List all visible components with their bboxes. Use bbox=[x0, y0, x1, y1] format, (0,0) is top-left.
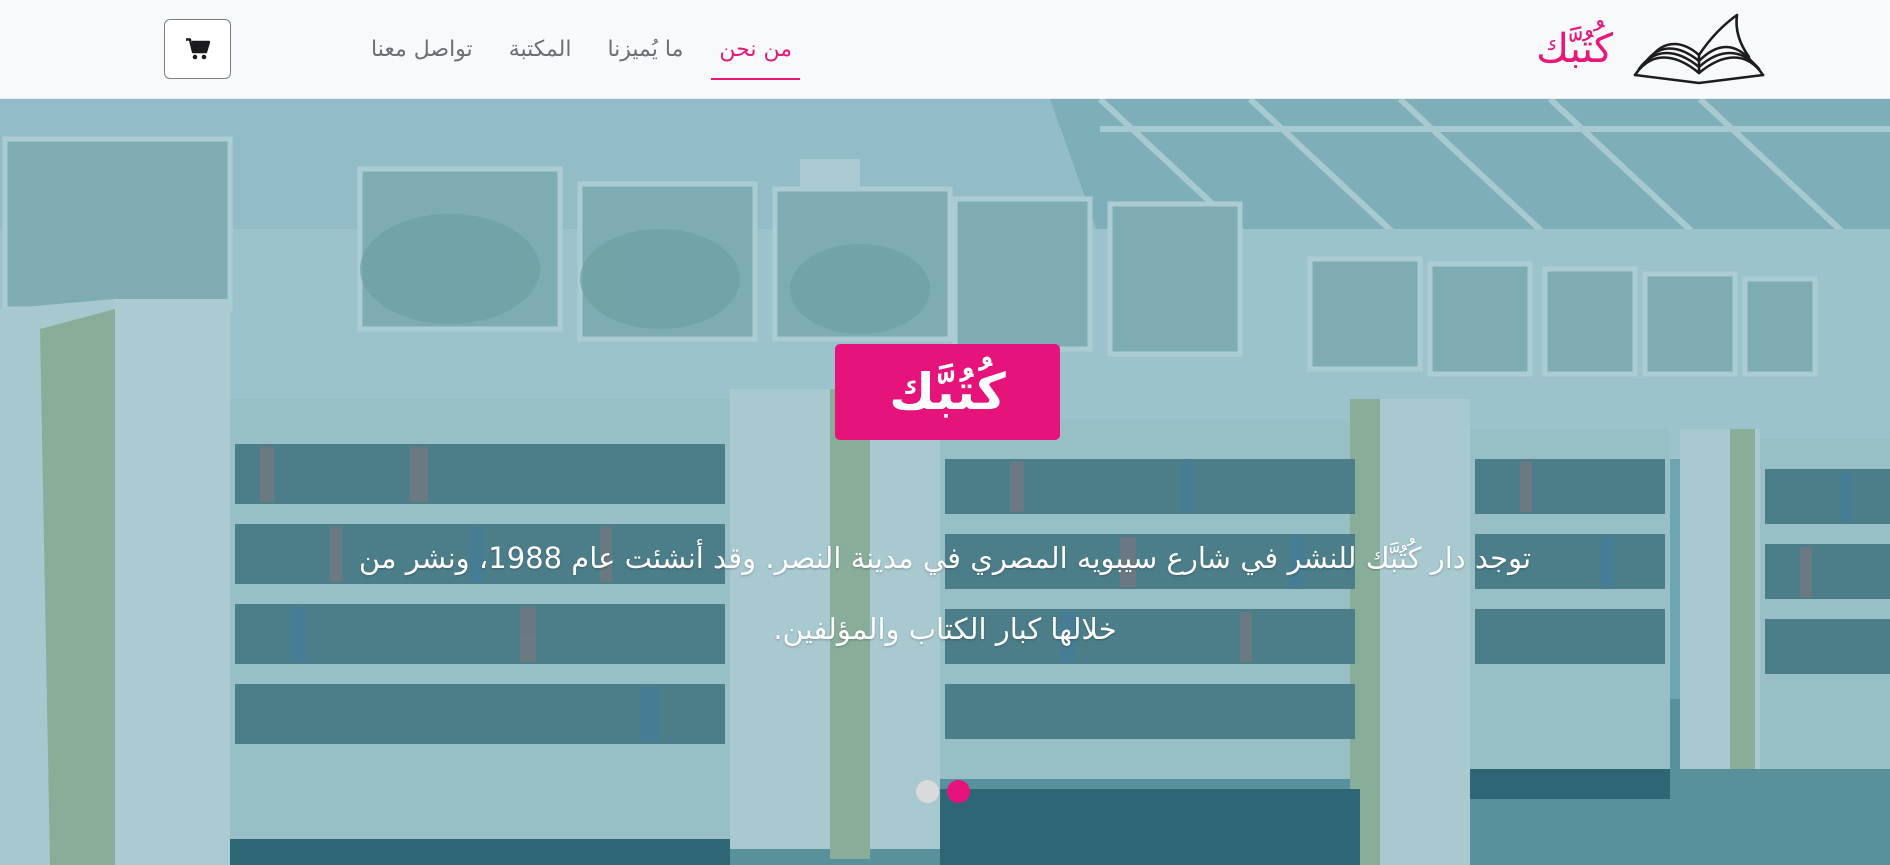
nav-item-features[interactable]: ما يُميزنا bbox=[589, 0, 701, 99]
navbar: كُتُبَّك من نحن ما يُميزنا المكتبة تواصل… bbox=[0, 0, 1890, 99]
carousel-dot-1[interactable] bbox=[916, 780, 939, 803]
brand-name: كُتُبَّك bbox=[1536, 26, 1613, 72]
nav-item-about[interactable]: من نحن bbox=[701, 0, 810, 99]
carousel-dot-2[interactable] bbox=[947, 780, 970, 803]
open-book-icon bbox=[1633, 13, 1765, 85]
hero-overlay bbox=[0, 99, 1890, 865]
shopping-cart-icon bbox=[185, 38, 210, 60]
nav-item-library[interactable]: المكتبة bbox=[491, 0, 590, 99]
hero-description: توجد دار كُتُبَّك للنشر في شارع سيبويه ا… bbox=[358, 541, 1532, 646]
main-nav: من نحن ما يُميزنا المكتبة تواصل معنا bbox=[353, 0, 810, 99]
nav-item-contact[interactable]: تواصل معنا bbox=[353, 0, 491, 99]
carousel-indicators bbox=[916, 780, 970, 803]
brand-link[interactable]: كُتُبَّك bbox=[1536, 10, 1767, 88]
hero-badge: كُتُبَّك bbox=[835, 344, 1060, 440]
hero-carousel: كُتُبَّك توجد دار كُتُبَّك للنشر في شارع… bbox=[0, 99, 1890, 865]
cart-button[interactable] bbox=[164, 19, 231, 79]
